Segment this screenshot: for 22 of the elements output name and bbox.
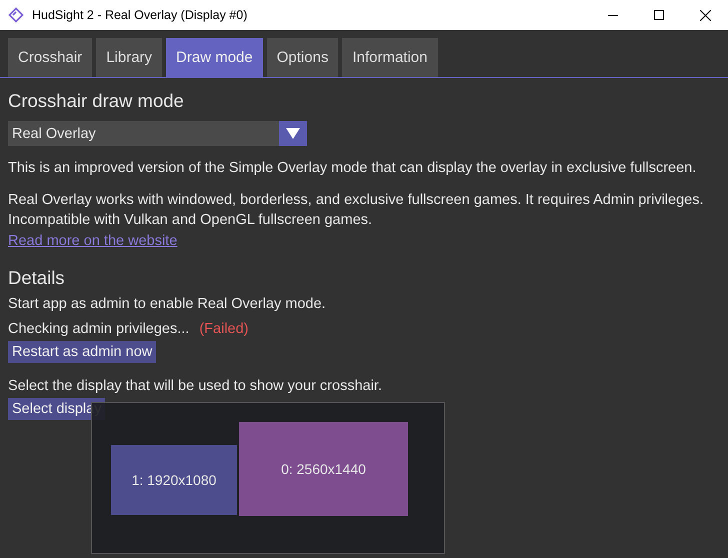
admin-note: Start app as admin to enable Real Overlay mode. <box>8 295 327 314</box>
status-label: Checking admin privileges... <box>8 321 190 337</box>
website-link[interactable]: Read more on the website <box>8 233 178 249</box>
section-heading: Crosshair draw mode <box>8 90 185 112</box>
display-prompt: Select the display that will be used to show your crosshair. <box>8 377 383 396</box>
maximize-icon <box>654 10 664 20</box>
status-text: (Failed) <box>199 321 248 337</box>
display-tile[interactable]: 0: 2560x1440 <box>239 422 408 516</box>
tab[interactable]: Draw mode <box>166 38 263 77</box>
tab[interactable]: Information <box>342 38 438 77</box>
tab[interactable]: Options <box>266 38 338 77</box>
section-heading: Details <box>8 267 66 289</box>
display-tile[interactable]: 1: 1920x1080 <box>111 445 237 515</box>
description-text: Real Overlay works with windowed, borderless, and exclusive fullscreen games. It requires Admin privileges. Incompatible with Vulkan and OpenGL fullscreen games. <box>8 191 704 230</box>
window-title: HudSight 2 - Real Overlay (Display #0) <box>32 8 248 22</box>
diamond-logo-icon <box>8 7 24 23</box>
tab[interactable]: Crosshair <box>8 38 92 77</box>
restart-button[interactable]: Restart as admin now <box>8 341 156 363</box>
mode-dropdown[interactable]: Real Overlay <box>8 121 307 146</box>
tab[interactable]: Library <box>96 38 162 77</box>
description-text: This is an improved version of the Simple Overlay mode that can display the overlay in exclusive fullscreen. <box>8 159 698 178</box>
close-icon <box>700 10 710 20</box>
